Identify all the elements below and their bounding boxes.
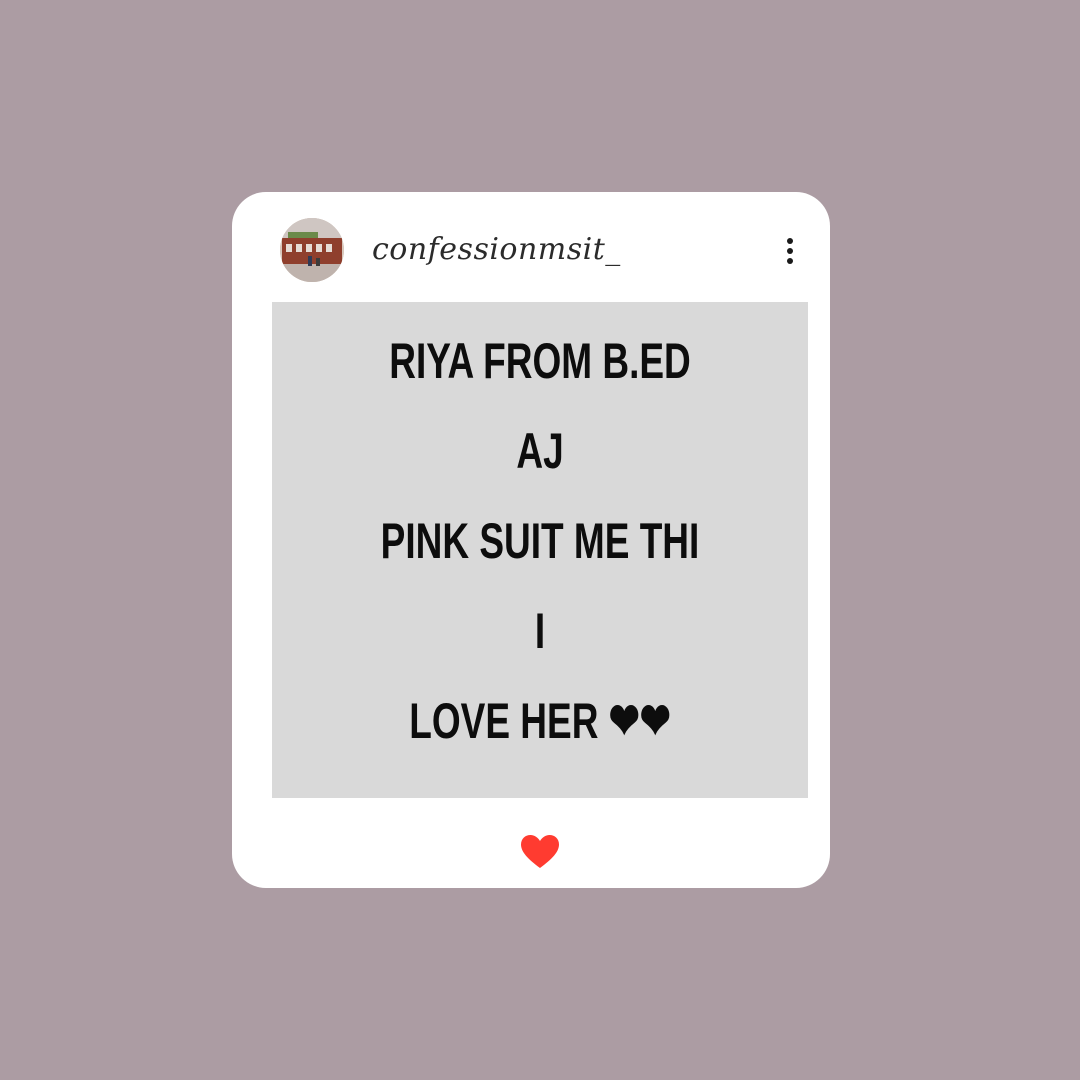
avatar-image	[280, 218, 344, 282]
menu-dot	[787, 238, 793, 244]
post-card: confessionmsit_ RIYA FROM B.ED AJ PINK S…	[232, 192, 830, 888]
menu-dot	[787, 258, 793, 264]
heart-icon[interactable]	[520, 834, 560, 870]
more-vertical-icon[interactable]	[780, 234, 800, 268]
confession-text: RIYA FROM B.ED AJ PINK SUIT ME THI I LOV…	[380, 333, 700, 749]
heart-shape	[521, 835, 559, 868]
username[interactable]: confessionmsit_	[372, 220, 621, 280]
profile-avatar[interactable]	[280, 218, 344, 282]
menu-dot	[787, 248, 793, 254]
post-image: RIYA FROM B.ED AJ PINK SUIT ME THI I LOV…	[272, 302, 808, 798]
